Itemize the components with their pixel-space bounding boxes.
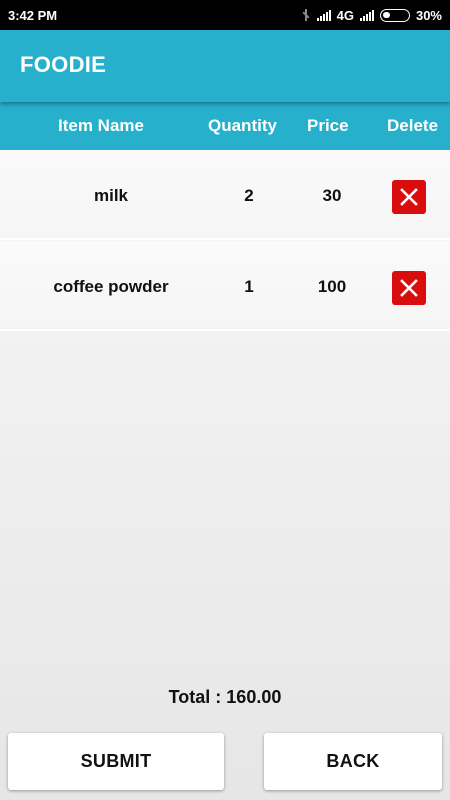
submit-button[interactable]: SUBMIT	[8, 733, 224, 790]
table-header: Item Name Quantity Price Delete	[0, 102, 450, 150]
column-header-delete: Delete	[387, 116, 439, 135]
table-row: milk 2 30	[0, 150, 450, 240]
app-bar: FOODIE	[0, 30, 450, 102]
close-icon	[400, 279, 418, 297]
battery-percent: 30%	[415, 7, 442, 23]
table-row: coffee powder 1 100	[0, 241, 450, 331]
item-name: coffee powder	[53, 277, 169, 296]
battery-icon	[379, 8, 410, 22]
close-icon	[400, 188, 418, 206]
order-total: Total : 160.00	[168, 687, 282, 707]
item-quantity: 2	[244, 186, 254, 205]
item-quantity: 1	[244, 277, 254, 296]
column-header-quantity: Quantity	[208, 116, 277, 135]
status-icons: 4G 30%	[301, 8, 442, 23]
no-sim-icon	[301, 9, 311, 21]
delete-button[interactable]	[392, 180, 426, 214]
status-bar: 3:42 PM 4G 30%	[0, 0, 450, 30]
column-header-item-name: Item Name	[58, 116, 144, 135]
delete-button[interactable]	[392, 271, 426, 305]
column-header-price: Price	[307, 116, 349, 135]
item-price: 30	[322, 186, 342, 205]
status-time: 3:42 PM	[8, 7, 58, 23]
network-type: 4G	[336, 7, 354, 23]
item-price: 100	[317, 277, 347, 296]
app-title: FOODIE	[20, 52, 107, 77]
back-button[interactable]: BACK	[264, 733, 442, 790]
signal-icon	[316, 9, 331, 21]
signal-icon-2	[359, 9, 374, 21]
item-name: milk	[93, 186, 129, 205]
